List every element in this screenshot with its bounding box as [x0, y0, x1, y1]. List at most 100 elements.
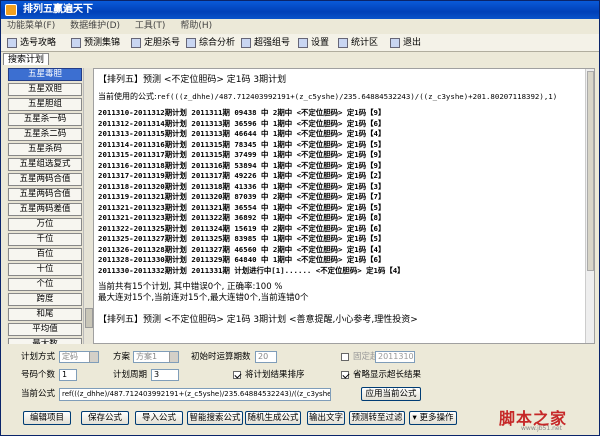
toolbar-label: 综合分析 — [199, 38, 236, 48]
plan-row: 2011322-2011325期计划 2011324期 15619 中 2期中 … — [98, 223, 386, 233]
tab-row: 搜索计划 — [1, 53, 599, 65]
control-label: 方案1 — [136, 352, 158, 361]
exit-icon — [390, 38, 400, 48]
toolbar-analysis-button[interactable]: 综合分析 — [184, 35, 235, 51]
checkbox-checked-icon — [341, 371, 349, 379]
plan-row: 2011328-2011330期计划 2011329期 64840 中 1期中 … — [98, 255, 386, 264]
sidebar-item[interactable]: 跨度 — [8, 293, 82, 306]
menu-help[interactable]: 帮助(H) — [174, 19, 218, 33]
random-generate-button[interactable]: 随机生成公式 — [245, 411, 301, 425]
menu-data[interactable]: 数据维护(D) — [64, 19, 126, 33]
sidebar-item[interactable]: 五星胆组 — [8, 98, 82, 111]
fixed-start-input[interactable]: 2011310 — [375, 351, 415, 363]
smart-search-button[interactable]: 智能搜索公式 — [187, 411, 243, 425]
init-periods-input[interactable]: 20 — [255, 351, 277, 363]
sidebar-scroll-thumb[interactable] — [85, 308, 93, 328]
plan-row: 2011318-2011320期计划 2011318期 41336 中 1期中 … — [98, 181, 386, 191]
scheme-label: 方案 — [113, 352, 131, 362]
toolbar-label: 定胆杀号 — [144, 38, 181, 48]
menu-bar: 功能菜单(F) 数据维护(D) 工具(T) 帮助(H) — [1, 19, 599, 33]
more-actions-button[interactable]: ▾ 更多操作 — [409, 411, 457, 425]
current-formula-input[interactable]: ref(((z_dhhe)/487.712403992191+(z_c5yshe… — [59, 388, 331, 401]
plan-row: 2011310-2011312期计划 2011311期 09438 中 2期中 … — [98, 108, 386, 117]
count-label: 号码个数 — [21, 370, 56, 380]
sidebar-item[interactable]: 百位 — [8, 248, 82, 261]
toolbar-label: 设置 — [311, 38, 330, 48]
apply-formula-button[interactable]: 应用当前公式 — [361, 387, 421, 401]
omit-long-checkbox[interactable]: 省略显示超长结果 — [341, 369, 421, 381]
edit-project-button[interactable]: 编辑项目 — [23, 411, 71, 425]
toolbar-label: 超强组号 — [254, 38, 291, 48]
gear-icon — [298, 38, 308, 48]
toolbar-forecast-button[interactable]: 预测集锦 — [69, 35, 120, 51]
formula-text: ref(((z_dhhe)/487.712403992191+(z_c5yshe… — [156, 92, 558, 101]
plan-row: 2011326-2011328期计划 2011327期 46560 中 2期中 … — [98, 244, 386, 254]
tab-search-plan[interactable]: 搜索计划 — [3, 53, 50, 65]
period-label: 计划周期 — [113, 370, 148, 380]
save-formula-button[interactable]: 保存公式 — [81, 411, 129, 425]
sidebar-item[interactable]: 五星杀一码 — [8, 113, 82, 126]
sidebar-item[interactable]: 五星两码合值 — [8, 173, 82, 186]
plan-row: 2011316-2011318期计划 2011316期 53894 中 1期中 … — [98, 160, 386, 170]
import-formula-button[interactable]: 导入公式 — [135, 411, 183, 425]
sidebar-scrollbar[interactable] — [83, 68, 93, 344]
toolbar-settings-button[interactable]: 设置 — [296, 35, 329, 51]
sidebar-item[interactable]: 十位 — [8, 263, 82, 276]
chevron-down-icon — [89, 352, 98, 362]
plan-row: 2011319-2011321期计划 2011320期 87039 中 2期中 … — [98, 192, 386, 201]
count-input[interactable]: 1 — [59, 369, 77, 381]
plan-row: 2011330-2011332期计划 2011331期 计划进行中[1]....… — [98, 265, 405, 275]
result-scrollbar[interactable] — [585, 69, 594, 343]
scheme-select[interactable]: 方案1 — [133, 351, 179, 363]
sidebar: 五星毒胆五星双胆五星胆组五星杀一码五星杀二码五星杀码五星组选复式 五星两码合值 五星… — [7, 68, 83, 344]
control-label: 更多操作 — [419, 413, 454, 423]
plan-row: 2011317-2011319期计划 2011317期 49226 中 1期中 … — [98, 171, 386, 180]
plan-row: 2011313-2011315期计划 2011313期 46644 中 1期中 … — [98, 129, 386, 138]
sidebar-item[interactable]: 五星双胆 — [8, 83, 82, 96]
control-label: 定码 — [62, 352, 78, 361]
menu-function[interactable]: 功能菜单(F) — [1, 19, 61, 33]
sidebar-item[interactable]: 五星组选复式 — [8, 158, 82, 171]
toolbar-strategy-button[interactable]: 选号攻略 — [5, 35, 56, 51]
watermark-url: www.jb51.net — [521, 425, 562, 432]
plan-row: 2011325-2011327期计划 2011325期 83985 中 1期中 … — [98, 234, 386, 243]
sidebar-item[interactable]: 平均值 — [8, 323, 82, 336]
menu-tools[interactable]: 工具(T) — [129, 19, 172, 33]
sidebar-item[interactable]: 五星两码合值 — [8, 188, 82, 201]
chevron-down-icon — [169, 352, 178, 362]
sidebar-item[interactable]: 五星两码差值 — [8, 203, 82, 216]
formula-label: 当前使用的公式: — [98, 92, 157, 101]
toolbar-exit-button[interactable]: 退出 — [388, 35, 421, 51]
summary-line-2: 最大连对15个,当前连对15个,最大连错0个,当前连错0个 — [98, 293, 309, 303]
killcode-icon — [131, 38, 141, 48]
sidebar-item[interactable]: 万位 — [8, 218, 82, 231]
output-text-button[interactable]: 输出文字 — [307, 411, 345, 425]
toolbar-label: 统计区 — [351, 38, 379, 48]
sort-results-checkbox[interactable]: 将计划结果排序 — [233, 369, 305, 381]
sidebar-item[interactable]: 千位 — [8, 233, 82, 246]
sidebar-item[interactable]: 五星杀二码 — [8, 128, 82, 141]
result-panel: 【排列五】预测 <不定位胆码> 定1码 3期计划 当前使用的公式:ref(((z… — [93, 68, 595, 344]
plan-mode-select[interactable]: 定码 — [59, 351, 99, 363]
sidebar-item[interactable]: 五星杀码 — [8, 143, 82, 156]
sidebar-item[interactable]: 个位 — [8, 278, 82, 291]
sidebar-item[interactable]: 和尾 — [8, 308, 82, 321]
summary-line-1: 当前共有15个计划, 其中错误0个, 正确率:100 % — [98, 282, 283, 292]
toolbar-killcode-button[interactable]: 定胆杀号 — [129, 35, 180, 51]
plan-row: 2011315-2011317期计划 2011315期 37499 中 1期中 … — [98, 150, 386, 159]
summary: 当前共有15个计划, 其中错误0个, 正确率:100 % 最大连对15个,当前连… — [98, 282, 590, 304]
result-scroll-thumb[interactable] — [587, 71, 594, 271]
window-title: 排列五赢遍天下 — [23, 4, 93, 15]
toolbar-label: 选号攻略 — [20, 38, 57, 48]
toolbar-stats-button[interactable]: 统计区 — [336, 35, 378, 51]
plan-row: 2011321-2011323期计划 2011322期 36892 中 1期中 … — [98, 213, 386, 222]
forecast-to-filter-button[interactable]: 预测转至过滤 — [349, 411, 405, 425]
analysis-icon — [186, 38, 196, 48]
control-label: 省略显示超长结果 — [353, 370, 422, 380]
plan-row: 2011314-2011316期计划 2011315期 78345 中 1期中 … — [98, 139, 386, 149]
sidebar-item[interactable]: 最大数 — [8, 338, 82, 344]
toolbar-combine-button[interactable]: 超强组号 — [239, 35, 290, 51]
formula-field-label: 当前公式 — [21, 389, 56, 399]
sidebar-item[interactable]: 五星毒胆 — [8, 68, 82, 81]
period-input[interactable]: 3 — [151, 369, 179, 381]
